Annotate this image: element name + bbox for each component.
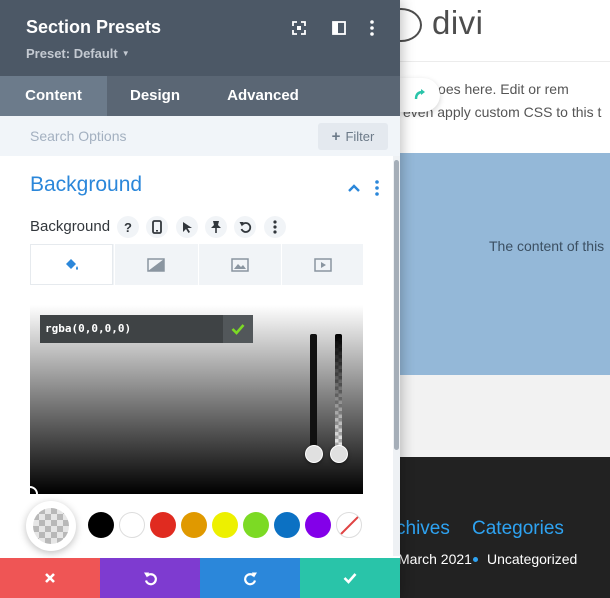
section-settings-toggle[interactable] (400, 78, 440, 112)
hue-slider[interactable] (310, 334, 317, 454)
transparent-preview (33, 508, 69, 544)
hue-slider-handle[interactable] (305, 445, 323, 463)
check-icon (343, 573, 357, 584)
tab-content[interactable]: Content (0, 76, 107, 116)
help-icon[interactable]: ? (117, 216, 139, 238)
search-bar: + Filter (0, 116, 400, 156)
footer-link-category[interactable]: Uncategorized (487, 551, 577, 567)
scrollbar-thumb[interactable] (394, 160, 399, 450)
chevron-up-icon[interactable] (346, 180, 362, 196)
paint-bucket-icon (65, 258, 78, 270)
site-logo: divi (432, 4, 484, 41)
pin-icon[interactable] (205, 216, 227, 238)
undo-icon (143, 572, 157, 585)
settings-panel: Section Presets Preset: Default ▼ Conten… (0, 0, 400, 598)
mobile-icon[interactable] (146, 216, 168, 238)
footer-heading-archives: chives (396, 518, 450, 539)
swatch-blue[interactable] (274, 512, 300, 538)
undo-button[interactable] (100, 558, 200, 598)
option-label: Background (30, 218, 111, 235)
more-vertical-icon[interactable] (370, 178, 384, 198)
color-value-box: rgba(0,0,0,0) (40, 315, 253, 343)
swatch-purple[interactable] (305, 512, 331, 538)
section-toggle-title[interactable]: Background (30, 173, 142, 197)
tab-background-color[interactable] (30, 244, 113, 285)
panel-tabs: Content Design Advanced (0, 76, 400, 116)
expand-icon[interactable] (289, 18, 309, 38)
swatch-clear[interactable] (336, 512, 362, 538)
background-type-tabs (30, 244, 363, 285)
swatch-green[interactable] (243, 512, 269, 538)
section-content-text: The content of this (489, 238, 605, 254)
panel-title: Section Presets (26, 17, 162, 37)
video-icon (314, 257, 332, 272)
color-value-input[interactable]: rgba(0,0,0,0) (45, 322, 131, 335)
opacity-slider[interactable] (335, 334, 342, 454)
hover-pointer-icon[interactable] (176, 216, 198, 238)
panel-footer-buttons (0, 558, 400, 598)
close-icon (45, 573, 55, 583)
preset-label: Preset: Default (26, 46, 118, 61)
tab-background-video[interactable] (281, 244, 364, 285)
footer-heading-categories: Categories (472, 518, 564, 539)
more-vertical-icon[interactable] (362, 18, 382, 38)
cancel-button[interactable] (0, 558, 100, 598)
more-vertical-icon[interactable] (264, 216, 286, 238)
footer-link-archive[interactable]: March 2021 (398, 551, 472, 567)
footer-bullet (473, 557, 478, 562)
search-input[interactable] (30, 116, 300, 156)
image-icon (231, 257, 249, 272)
filter-label: Filter (345, 129, 375, 144)
split-view-icon[interactable] (329, 18, 349, 38)
gradient-icon (147, 257, 165, 272)
swatch-red[interactable] (150, 512, 176, 538)
redo-button[interactable] (200, 558, 300, 598)
swatch-yellow[interactable] (212, 512, 238, 538)
undo-icon[interactable] (234, 216, 256, 238)
preset-dropdown[interactable]: Preset: Default ▼ (26, 46, 130, 61)
panel-header: Section Presets Preset: Default ▼ (0, 0, 400, 76)
swatch-white[interactable] (119, 512, 145, 538)
plus-icon: + (331, 128, 341, 145)
caret-down-icon: ▼ (121, 49, 130, 58)
rotate-icon (414, 89, 425, 100)
confirm-color-button[interactable] (223, 315, 253, 343)
swatch-orange[interactable] (181, 512, 207, 538)
swatch-black[interactable] (88, 512, 114, 538)
current-color-preview[interactable] (26, 501, 76, 551)
tab-advanced[interactable]: Advanced (203, 76, 323, 116)
filter-button[interactable]: + Filter (318, 123, 388, 150)
opacity-slider-handle[interactable] (330, 445, 348, 463)
tab-design[interactable]: Design (107, 76, 203, 116)
color-picker-handle[interactable] (22, 486, 38, 502)
redo-icon (243, 572, 257, 585)
tab-background-gradient[interactable] (114, 244, 197, 285)
tab-background-image[interactable] (198, 244, 281, 285)
check-icon (231, 324, 245, 335)
save-button[interactable] (300, 558, 400, 598)
